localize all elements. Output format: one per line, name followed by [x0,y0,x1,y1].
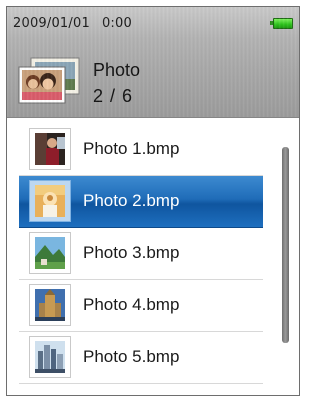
photo-thumbnail-icon [29,128,71,170]
photo-album-icon [18,57,80,104]
list-item-label: Photo 1.bmp [83,139,180,158]
list-item-label: Photo 5.bmp [83,347,180,366]
photo-thumbnail-icon [29,180,71,222]
photo-thumbnail-icon [29,336,71,378]
status-datetime: 2009/01/01 0:00 [13,16,132,31]
battery-full-icon [273,18,293,29]
status-date: 2009/01/01 [13,16,90,31]
list-item[interactable]: Photo 1.bmp [19,124,263,176]
list-item[interactable]: Photo 3.bmp [19,228,263,280]
scrollbar[interactable] [282,147,289,343]
list-item[interactable]: Photo 4.bmp [19,280,263,332]
photo-thumbnail-icon [29,232,71,274]
photo-thumbnail-icon [29,284,71,326]
list-item-selected[interactable]: Photo 2.bmp [19,176,263,228]
list-item-label: Photo 3.bmp [83,243,180,262]
player-screen: 2009/01/01 0:00 Photo 2 / 6 Photo 1.bmp … [6,6,300,396]
list-item[interactable]: Photo 5.bmp [19,332,263,384]
status-time: 0:00 [101,16,132,31]
list-item-label: Photo 4.bmp [83,295,180,314]
header-title: Photo [93,60,141,80]
list-item-label: Photo 2.bmp [83,191,180,210]
photo-list: Photo 1.bmp Photo 2.bmp Photo 3.bmp Phot… [7,118,299,395]
photo-counter: 2 / 6 [93,86,134,106]
header-bar: 2009/01/01 0:00 Photo 2 / 6 [7,7,299,118]
